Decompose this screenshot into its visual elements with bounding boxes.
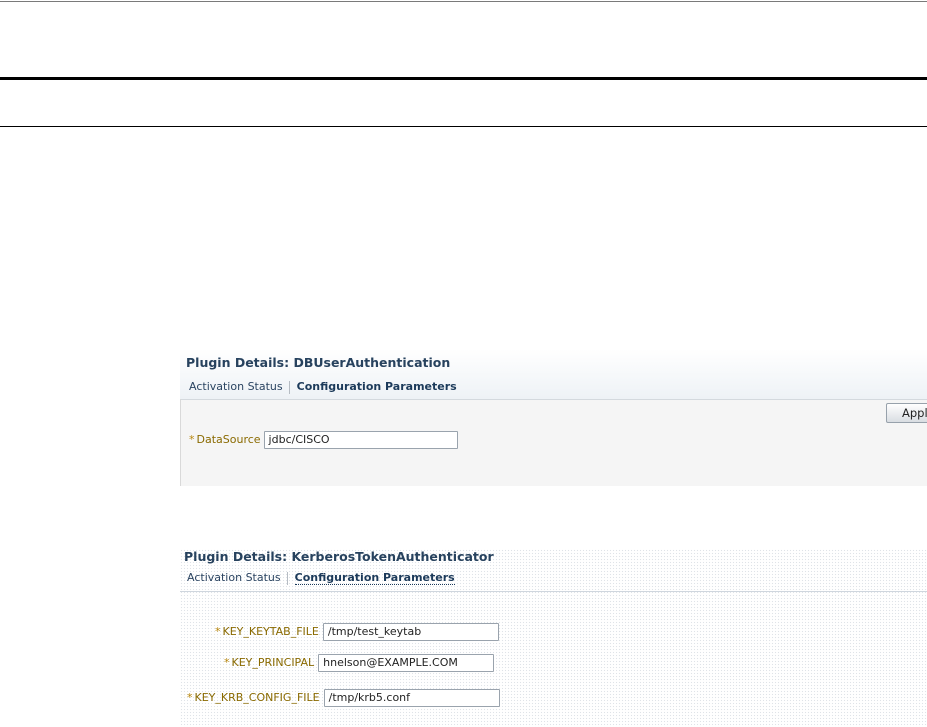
tab-separator [288,380,290,394]
field-label: KEY_KEYTAB_FILE [222,625,319,638]
required-marker: * [189,433,195,446]
panel-header: Plugin Details: DBUserAuthentication Act… [180,349,927,400]
field-row-datasource: * DataSource jdbc/CISCO [189,431,458,449]
field-label: DataSource [196,433,261,446]
field-label: KEY_PRINCIPAL [231,656,315,669]
required-marker: * [215,625,221,638]
tab-activation-status[interactable]: Activation Status [187,571,281,584]
field-row-key-krb-config-file: * KEY_KRB_CONFIG_FILE/tmp/krb5.conf [187,689,500,707]
tab-configuration-parameters[interactable]: Configuration Parameters [297,380,457,393]
key-krb-config-file-input[interactable]: /tmp/krb5.conf [323,689,500,707]
panel-tabs: Activation Status Configuration Parameter… [187,571,455,585]
apply-button[interactable]: Apply [886,403,927,423]
plugin-details-panel-dbuserauthentication: Plugin Details: DBUserAuthentication Act… [180,349,927,486]
panel-left-edge [180,399,181,486]
panel-title: Plugin Details: KerberosTokenAuthenticat… [184,549,494,564]
page-header-rule [0,77,927,80]
page-header-bottom-rule [0,126,927,127]
field-row-key-keytab-file: * KEY_KEYTAB_FILE/tmp/test_keytab [215,623,499,641]
page-top-rule [0,1,927,2]
tab-activation-status[interactable]: Activation Status [189,380,283,393]
key-principal-input[interactable]: hnelson@EXAMPLE.COM [318,654,495,672]
key-keytab-file-input[interactable]: /tmp/test_keytab [322,623,499,641]
plugin-details-panel-kerberostokenauthenticator: Plugin Details: KerberosTokenAuthenticat… [180,549,927,727]
tab-configuration-parameters[interactable]: Configuration Parameters [294,571,455,585]
field-label: KEY_KRB_CONFIG_FILE [194,691,320,704]
required-marker: * [187,691,193,704]
datasource-input[interactable]: jdbc/CISCO [263,431,458,449]
required-marker: * [224,656,230,669]
panel-title: Plugin Details: DBUserAuthentication [186,355,451,370]
panel-tabs: Activation Status Configuration Parameter… [189,380,457,394]
tab-separator [286,571,288,585]
field-row-key-principal: * KEY_PRINCIPAL hnelson@EXAMPLE.COM [224,654,495,672]
panel-header: Plugin Details: KerberosTokenAuthenticat… [180,549,927,592]
